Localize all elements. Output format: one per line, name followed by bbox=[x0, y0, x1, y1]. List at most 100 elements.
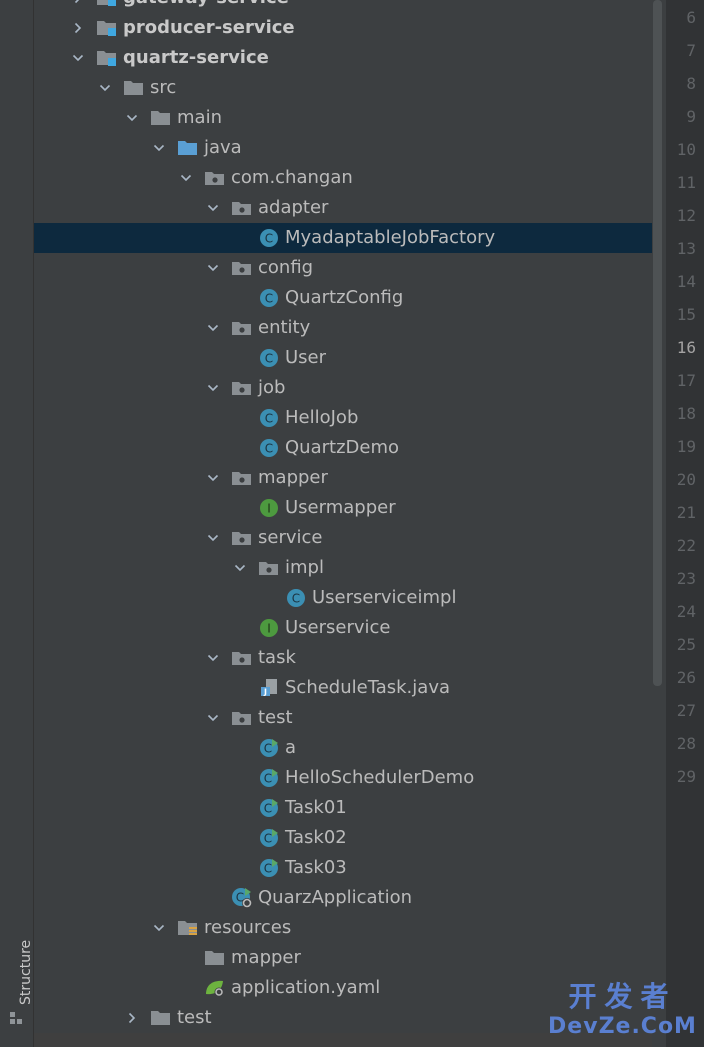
tree-row-label: Userserviceimpl bbox=[312, 587, 457, 608]
tree-row[interactable]: C Userserviceimpl bbox=[34, 583, 652, 613]
structure-icon bbox=[10, 1012, 22, 1024]
line-number: 21 bbox=[676, 503, 696, 522]
chevron-right-icon[interactable] bbox=[70, 0, 86, 6]
tree-row[interactable]: C QuartzConfig bbox=[34, 283, 652, 313]
folder-icon bbox=[150, 1008, 172, 1028]
structure-tab-label[interactable]: Structure bbox=[18, 940, 34, 1005]
chevron-down-icon[interactable] bbox=[205, 380, 221, 396]
chevron-down-icon[interactable] bbox=[205, 320, 221, 336]
tree-arrow-spacer bbox=[232, 860, 248, 876]
chevron-down-icon[interactable] bbox=[232, 560, 248, 576]
tree-row[interactable]: mapper bbox=[34, 943, 652, 973]
tree-row[interactable]: producer-service bbox=[34, 13, 652, 43]
svg-text:J: J bbox=[263, 688, 267, 697]
chevron-down-icon[interactable] bbox=[70, 50, 86, 66]
chevron-down-icon[interactable] bbox=[124, 110, 140, 126]
class-icon: C bbox=[258, 438, 280, 458]
tree-row[interactable]: J ScheduleTask.java bbox=[34, 673, 652, 703]
chevron-down-icon[interactable] bbox=[97, 80, 113, 96]
tree-row[interactable]: quartz-service bbox=[34, 43, 652, 73]
tree-row-label: test bbox=[177, 1007, 212, 1028]
tree-row-label: com.changan bbox=[231, 167, 353, 188]
tree-row[interactable]: I Userservice bbox=[34, 613, 652, 643]
tree-row[interactable]: mapper bbox=[34, 463, 652, 493]
chevron-down-icon[interactable] bbox=[205, 470, 221, 486]
tree-arrow-spacer bbox=[259, 590, 275, 606]
tree-row-label: job bbox=[258, 377, 286, 398]
tree-row[interactable]: com.changan bbox=[34, 163, 652, 193]
chevron-down-icon[interactable] bbox=[205, 200, 221, 216]
tree-row[interactable]: entity bbox=[34, 313, 652, 343]
tree-row[interactable]: C HelloSchedulerDemo bbox=[34, 763, 652, 793]
tree-row[interactable]: C Task01 bbox=[34, 793, 652, 823]
svg-text:C: C bbox=[264, 832, 272, 846]
tree-row[interactable]: Ca bbox=[34, 733, 652, 763]
tree-scrollbar-thumb[interactable] bbox=[653, 0, 662, 686]
line-number: 25 bbox=[676, 635, 696, 654]
tree-row[interactable]: java bbox=[34, 133, 652, 163]
tree-row[interactable]: C Task03 bbox=[34, 853, 652, 883]
tree-row-label: producer-service bbox=[123, 17, 295, 38]
tree-row-label: src bbox=[150, 77, 177, 98]
tree-arrow-spacer bbox=[232, 440, 248, 456]
tree-row[interactable]: main bbox=[34, 103, 652, 133]
line-number: 20 bbox=[676, 470, 696, 489]
package-icon bbox=[231, 318, 253, 338]
line-number: 8 bbox=[686, 74, 696, 93]
spring-yaml-icon bbox=[204, 978, 226, 998]
tree-row[interactable]: C QuartzDemo bbox=[34, 433, 652, 463]
left-tool-stripe: Structure bbox=[0, 0, 34, 1047]
tree-row[interactable]: resources bbox=[34, 913, 652, 943]
line-number: 17 bbox=[676, 371, 696, 390]
tree-row[interactable]: task bbox=[34, 643, 652, 673]
spring-boot-class-icon: C bbox=[231, 888, 253, 908]
tree-row-label: Task03 bbox=[285, 857, 347, 878]
interface-icon: I bbox=[258, 618, 280, 638]
tree-row[interactable]: C User bbox=[34, 343, 652, 373]
tree-row[interactable]: C MyadaptableJobFactory bbox=[34, 223, 652, 253]
chevron-down-icon[interactable] bbox=[205, 260, 221, 276]
line-number: 15 bbox=[676, 305, 696, 324]
tree-arrow-spacer bbox=[232, 620, 248, 636]
chevron-down-icon[interactable] bbox=[205, 530, 221, 546]
class-icon: C bbox=[258, 348, 280, 368]
resources-folder-icon bbox=[177, 918, 199, 938]
svg-text:C: C bbox=[264, 742, 272, 756]
line-number: 26 bbox=[676, 668, 696, 687]
tree-row[interactable]: service bbox=[34, 523, 652, 553]
tree-row[interactable]: impl bbox=[34, 553, 652, 583]
tree-row[interactable]: I Usermapper bbox=[34, 493, 652, 523]
tree-row[interactable]: config bbox=[34, 253, 652, 283]
chevron-down-icon[interactable] bbox=[205, 650, 221, 666]
tree-row[interactable]: adapter bbox=[34, 193, 652, 223]
tree-row[interactable]: job bbox=[34, 373, 652, 403]
tree-row-label: a bbox=[285, 737, 297, 758]
tree-row-label: QuarzApplication bbox=[258, 887, 413, 908]
chevron-down-icon[interactable] bbox=[151, 920, 167, 936]
tree-arrow-spacer bbox=[232, 740, 248, 756]
tree-row[interactable]: C Task02 bbox=[34, 823, 652, 853]
chevron-right-icon[interactable] bbox=[124, 1010, 140, 1026]
line-number: 11 bbox=[676, 173, 696, 192]
package-icon bbox=[231, 258, 253, 278]
tree-row-label: HelloSchedulerDemo bbox=[285, 767, 475, 788]
chevron-down-icon[interactable] bbox=[205, 710, 221, 726]
tree-row[interactable]: src bbox=[34, 73, 652, 103]
chevron-down-icon[interactable] bbox=[151, 140, 167, 156]
tree-arrow-spacer bbox=[232, 410, 248, 426]
chevron-right-icon[interactable] bbox=[70, 20, 86, 36]
tree-row[interactable]: C HelloJob bbox=[34, 403, 652, 433]
package-icon bbox=[231, 648, 253, 668]
tree-row-label: task bbox=[258, 647, 296, 668]
tree-row[interactable]: gateway-service bbox=[34, 0, 652, 13]
project-tree[interactable]: gateway-service producer-service quartz-se… bbox=[34, 0, 652, 1047]
package-icon bbox=[258, 558, 280, 578]
tree-row-label: Task01 bbox=[285, 797, 347, 818]
tree-row-label: application.yaml bbox=[231, 977, 381, 998]
tree-row-label: QuartzDemo bbox=[285, 437, 399, 458]
tree-row[interactable]: C QuarzApplication bbox=[34, 883, 652, 913]
tree-arrow-spacer bbox=[232, 230, 248, 246]
tree-row[interactable]: test bbox=[34, 703, 652, 733]
tree-row-label: QuartzConfig bbox=[285, 287, 404, 308]
chevron-down-icon[interactable] bbox=[178, 170, 194, 186]
